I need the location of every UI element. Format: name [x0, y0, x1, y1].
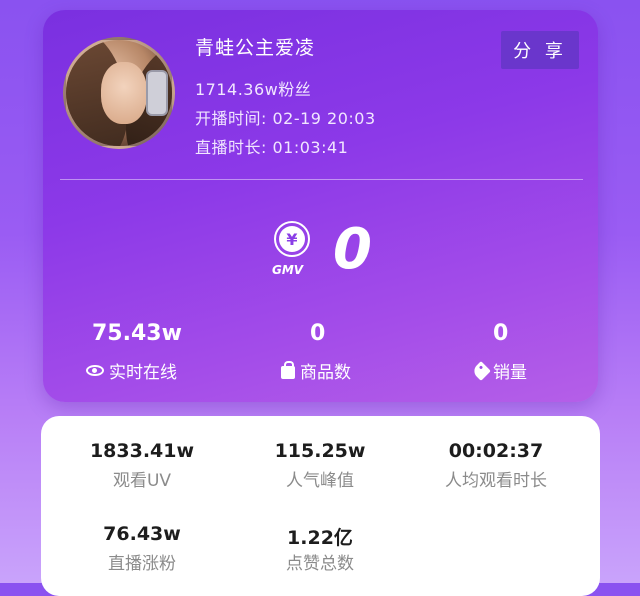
online-label: 实时在线 [86, 358, 177, 383]
online-label-text: 实时在线 [109, 363, 177, 383]
metric-value: 115.25w [274, 440, 366, 462]
metric-label: 点赞总数 [286, 554, 354, 574]
gmv-label: GMV [272, 263, 304, 277]
product-count: 0 [310, 321, 326, 346]
start-time: 开播时间: 02-19 20:03 [195, 109, 376, 128]
product-label: 商品数 [281, 358, 351, 383]
streamer-avatar[interactable] [63, 37, 175, 149]
metric-label: 观看UV [112, 471, 172, 491]
eye-icon [86, 365, 104, 376]
product-label-text: 商品数 [300, 363, 351, 383]
metric-value: 76.43w [103, 523, 181, 545]
metric-label: 人气峰值 [286, 471, 354, 491]
live-duration: 直播时长: 01:03:41 [195, 138, 349, 157]
gmv-value: 0 [333, 217, 372, 282]
metric-label: 直播涨粉 [108, 554, 176, 574]
streamer-name: 青蛙公主爱凌 [195, 37, 316, 59]
yen-icon: ¥ [274, 221, 310, 257]
share-button[interactable]: 分 享 [501, 31, 579, 69]
sales-count: 0 [493, 321, 509, 346]
metric-value: 00:02:37 [448, 440, 544, 462]
metric-value: 1.22亿 [287, 527, 353, 549]
fans-count: 1714.36w粉丝 [195, 80, 312, 99]
divider [60, 179, 583, 180]
online-count: 75.43w [92, 321, 182, 346]
sales-label: 销量 [471, 358, 527, 383]
tag-icon [471, 360, 491, 381]
sales-label-text: 销量 [493, 363, 527, 383]
metric-label: 人均观看时长 [445, 471, 547, 491]
bag-icon [281, 360, 295, 379]
metric-value: 1833.41w [89, 440, 195, 462]
